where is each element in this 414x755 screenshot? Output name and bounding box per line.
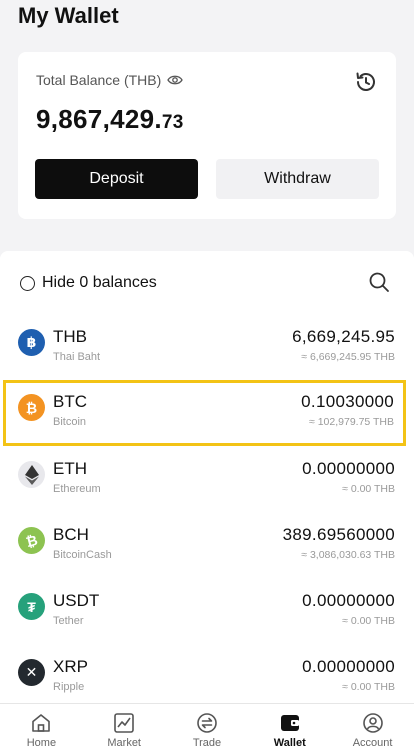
coin-row-thb[interactable]: ฿ THB Thai Baht 6,669,245.95 ≈ 6,669,245… — [0, 315, 414, 381]
withdraw-button[interactable]: Withdraw — [216, 159, 379, 199]
bottom-nav: Home Market Trade Wallet Account — [0, 703, 414, 755]
coin-value-thb: ≈ 0.00 THB — [342, 483, 395, 495]
total-balance-label: Total Balance (THB) — [36, 72, 162, 88]
coin-row-bch[interactable]: ₿ BCH BitcoinCash 389.69560000 ≈ 3,086,0… — [0, 513, 414, 579]
nav-home-label: Home — [26, 737, 57, 749]
balance-amount-decimal: 73 — [161, 112, 184, 133]
bitcoin-glyph: ₿ — [25, 399, 38, 416]
coin-row-btc[interactable]: ₿ BTC Bitcoin 0.10030000 ≈ 102,979.75 TH… — [3, 380, 406, 446]
coin-amount: 0.00000000 — [302, 591, 395, 610]
bitcoincash-glyph: ₿ — [23, 531, 40, 550]
eye-icon[interactable] — [167, 74, 184, 86]
coin-amount: 6,669,245.95 — [292, 327, 395, 346]
asset-list-panel: Hide 0 balances ฿ THB Thai Baht 6,669,24… — [0, 251, 414, 703]
nav-home[interactable]: Home — [0, 704, 83, 755]
coin-value-thb: ≈ 0.00 THB — [342, 615, 395, 627]
coin-value-thb: ≈ 0.00 THB — [342, 681, 395, 693]
ripple-glyph: ✕ — [25, 664, 38, 680]
ripple-icon: ✕ — [18, 659, 45, 686]
nav-trade-label: Trade — [192, 737, 222, 749]
coin-amount: 0.10030000 — [301, 392, 394, 411]
coin-value-thb: ≈ 102,979.75 THB — [309, 416, 394, 428]
total-balance-amount: 9,867,429.73 — [36, 104, 184, 135]
coin-symbol: XRP — [53, 657, 88, 676]
history-icon[interactable] — [354, 70, 378, 94]
home-icon — [32, 714, 51, 732]
nav-trade[interactable]: Trade — [166, 704, 249, 755]
radio-icon[interactable] — [20, 275, 35, 291]
bitcoincash-icon: ₿ — [18, 527, 45, 554]
coin-name: Bitcoin — [53, 416, 87, 428]
tether-icon: ₮ — [18, 593, 45, 620]
coin-symbol: ETH — [53, 459, 87, 478]
coin-amount: 0.00000000 — [302, 657, 395, 676]
tether-glyph: ₮ — [27, 598, 36, 615]
coin-name: Tether — [53, 615, 84, 627]
coin-amount: 389.69560000 — [282, 525, 395, 544]
coin-name: Ripple — [53, 681, 85, 693]
baht-icon: ฿ — [18, 329, 45, 356]
nav-account[interactable]: Account — [331, 704, 414, 755]
coin-name: BitcoinCash — [53, 549, 112, 561]
coin-symbol: USDT — [53, 591, 100, 610]
coin-symbol: BCH — [53, 525, 89, 544]
coin-name: Ethereum — [53, 483, 101, 495]
coin-value-thb: ≈ 3,086,030.63 THB — [301, 549, 395, 561]
baht-glyph: ฿ — [26, 334, 37, 350]
coin-symbol: THB — [53, 327, 87, 346]
account-icon — [362, 713, 383, 733]
ethereum-icon — [18, 461, 45, 488]
balance-label-row: Total Balance (THB) — [36, 72, 184, 88]
wallet-icon — [280, 715, 299, 731]
trade-swap-icon — [197, 713, 217, 733]
balance-card: Total Balance (THB) 9,867,429.73 Deposit… — [18, 52, 396, 219]
market-chart-icon — [114, 713, 134, 733]
page-title: My Wallet — [18, 3, 119, 28]
nav-market[interactable]: Market — [83, 704, 166, 755]
hide-zero-balances-toggle[interactable]: Hide 0 balances — [20, 274, 157, 292]
ethereum-glyph — [24, 464, 39, 485]
search-icon[interactable] — [368, 271, 390, 293]
coin-row-eth[interactable]: ETH Ethereum 0.00000000 ≈ 0.00 THB — [0, 447, 414, 513]
coin-name: Thai Baht — [53, 351, 101, 363]
bitcoin-icon: ₿ — [18, 394, 45, 421]
deposit-button[interactable]: Deposit — [35, 159, 198, 199]
coin-symbol: BTC — [53, 392, 87, 411]
coin-value-thb: ≈ 6,669,245.95 THB — [301, 351, 395, 363]
nav-market-label: Market — [107, 737, 141, 749]
coin-row-usdt[interactable]: ₮ USDT Tether 0.00000000 ≈ 0.00 THB — [0, 579, 414, 645]
nav-wallet[interactable]: Wallet — [248, 704, 331, 755]
balance-amount-main: 9,867,429. — [36, 104, 162, 134]
hide-zero-balances-label: Hide 0 balances — [42, 274, 157, 291]
nav-account-label: Account — [352, 737, 393, 749]
coin-row-xrp[interactable]: ✕ XRP Ripple 0.00000000 ≈ 0.00 THB — [0, 645, 414, 703]
nav-wallet-label: Wallet — [273, 737, 306, 749]
coin-amount: 0.00000000 — [302, 459, 395, 478]
